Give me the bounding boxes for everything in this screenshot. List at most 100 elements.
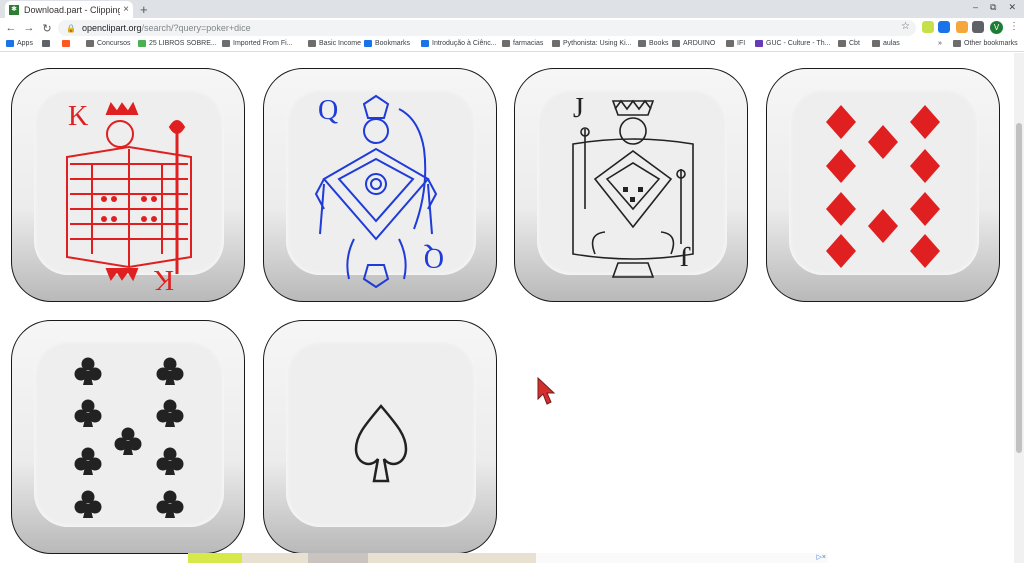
bookmark-item[interactable]: »: [938, 40, 942, 47]
tab-title: Download.part - Clipping.Culture: [24, 4, 121, 15]
restore-button[interactable]: ⧉: [990, 2, 996, 13]
browser-menu-icon[interactable]: ⋮: [1009, 21, 1019, 32]
bookmark-item[interactable]: IFI: [726, 40, 745, 47]
diamond-pip-icon: [910, 105, 940, 139]
diamond-pip-icon: [826, 234, 856, 268]
diamond-pip-icon: [826, 192, 856, 226]
back-button[interactable]: ←: [4, 22, 18, 34]
close-window-button[interactable]: ✕: [1008, 2, 1016, 13]
bookmark-item[interactable]: Cbt: [838, 40, 860, 47]
scrollbar-thumb[interactable]: [1016, 123, 1022, 453]
bookmark-star-icon[interactable]: ☆: [901, 21, 910, 32]
poker-die-queen[interactable]: Q Q: [263, 68, 497, 302]
minimize-button[interactable]: –: [973, 2, 978, 13]
nine-of-diamonds-icon: [826, 105, 940, 268]
diamond-pip-icon: [910, 192, 940, 226]
bookmark-label: farmacias: [513, 40, 544, 47]
bookmark-folder-icon: [138, 40, 146, 47]
bookmark-label: Basic Income: [319, 40, 362, 47]
url-path: /search/?query=poker+dice: [141, 23, 251, 33]
bookmark-label: Pythonista: Using Ki...: [563, 40, 632, 47]
bookmark-item[interactable]: aulas: [872, 40, 900, 47]
avatar[interactable]: V: [990, 21, 1003, 34]
address-bar[interactable]: 🔒 openclipart.org /search/?query=poker+d…: [58, 20, 916, 36]
bookmark-folder-icon: [838, 40, 846, 47]
bookmark-label: Other bookmarks: [964, 40, 1018, 47]
club-pip-icon: [74, 357, 102, 385]
poker-die-nine[interactable]: [766, 68, 1000, 302]
svg-text:Q: Q: [318, 95, 338, 126]
bookmark-folder-icon: [726, 40, 734, 47]
bookmark-item[interactable]: Other bookmarks: [953, 40, 1018, 47]
club-pip-icon: [114, 427, 142, 455]
bookmark-item[interactable]: Concursos: [86, 40, 130, 47]
svg-text:K: K: [154, 264, 174, 295]
jack-card-icon: J J: [572, 93, 694, 278]
poker-die-king[interactable]: K K: [11, 68, 245, 302]
bookmark-label: Books: [649, 40, 669, 47]
advertisement-banner[interactable]: ▷×: [188, 553, 828, 563]
mouse-cursor-icon: [537, 377, 556, 405]
bookmark-label: Concursos: [97, 40, 131, 47]
diamond-pip-icon: [826, 149, 856, 183]
club-pip-icon: [156, 357, 184, 385]
bookmark-folder-icon: [672, 40, 680, 47]
diamond-pip-icon: [868, 125, 898, 159]
bookmark-label: Apps: [17, 40, 33, 47]
page-scrollbar[interactable]: [1014, 53, 1024, 563]
poker-die-ace[interactable]: [263, 320, 497, 554]
bookmark-folder-icon: [421, 40, 429, 47]
diamond-pip-icon: [910, 234, 940, 268]
bookmark-label: IFI: [737, 40, 746, 47]
svg-text:J: J: [573, 93, 584, 124]
bookmark-item[interactable]: Basic Income: [308, 40, 361, 47]
club-pip-icon: [156, 490, 184, 518]
bookmark-item[interactable]: 25 LIBROS SOBRE...: [138, 40, 217, 47]
bookmark-item[interactable]: Apps: [6, 40, 33, 47]
bookmark-item[interactable]: Bookmarks: [364, 40, 410, 47]
new-tab-button[interactable]: +: [140, 2, 148, 17]
diamond-pip-icon: [826, 105, 856, 139]
bookmark-folder-icon: [638, 40, 646, 47]
bookmark-item[interactable]: Pythonista: Using Ki...: [552, 40, 631, 47]
site-favicon-icon: ✱: [9, 4, 19, 15]
adchoices-icon[interactable]: ▷×: [817, 553, 826, 561]
reload-button[interactable]: ↻: [40, 22, 54, 35]
extension-icon[interactable]: [938, 21, 950, 33]
bookmark-folder-icon: [6, 40, 14, 47]
bookmark-folder-icon: [62, 40, 70, 47]
bookmark-item[interactable]: Books: [638, 40, 668, 47]
forward-button[interactable]: →: [22, 22, 36, 34]
bookmark-item[interactable]: Introdução à Ciênc...: [421, 40, 497, 47]
club-pip-icon: [74, 399, 102, 427]
bookmark-label: Introdução à Ciênc...: [432, 40, 497, 47]
bookmark-label: Bookmarks: [375, 40, 411, 47]
bookmark-item[interactable]: farmacias: [502, 40, 543, 47]
poker-die-jack[interactable]: J J: [514, 68, 748, 302]
bookmark-item[interactable]: GUC - Culture - Th...: [755, 40, 830, 47]
svg-text:Q: Q: [424, 242, 444, 273]
eight-of-clubs-icon: [74, 357, 184, 518]
poker-die-eight[interactable]: [11, 320, 245, 554]
bookmark-item[interactable]: ARDUINO: [672, 40, 715, 47]
diamond-pip-icon: [910, 149, 940, 183]
extensions-puzzle-icon[interactable]: [972, 21, 984, 33]
bookmark-item[interactable]: [42, 40, 53, 47]
bookmark-label: »: [938, 40, 942, 47]
bookmark-folder-icon: [222, 40, 230, 47]
bookmark-folder-icon: [308, 40, 316, 47]
extension-icon[interactable]: [922, 21, 934, 33]
bookmark-folder-icon: [552, 40, 560, 47]
club-pip-icon: [74, 490, 102, 518]
bookmark-item[interactable]: Imported From Fi...: [222, 40, 293, 47]
lock-icon: 🔒: [66, 23, 76, 33]
spade-icon: [354, 404, 408, 483]
extension-icon[interactable]: [956, 21, 968, 33]
bookmark-folder-icon: [755, 40, 763, 47]
club-pip-icon: [74, 447, 102, 475]
bookmark-folder-icon: [86, 40, 94, 47]
queen-card-icon: Q Q: [314, 94, 444, 289]
bookmark-item[interactable]: [62, 40, 73, 47]
browser-tab[interactable]: ✱ Download.part - Clipping.Culture ×: [5, 1, 133, 18]
close-tab-icon[interactable]: ×: [123, 4, 129, 15]
